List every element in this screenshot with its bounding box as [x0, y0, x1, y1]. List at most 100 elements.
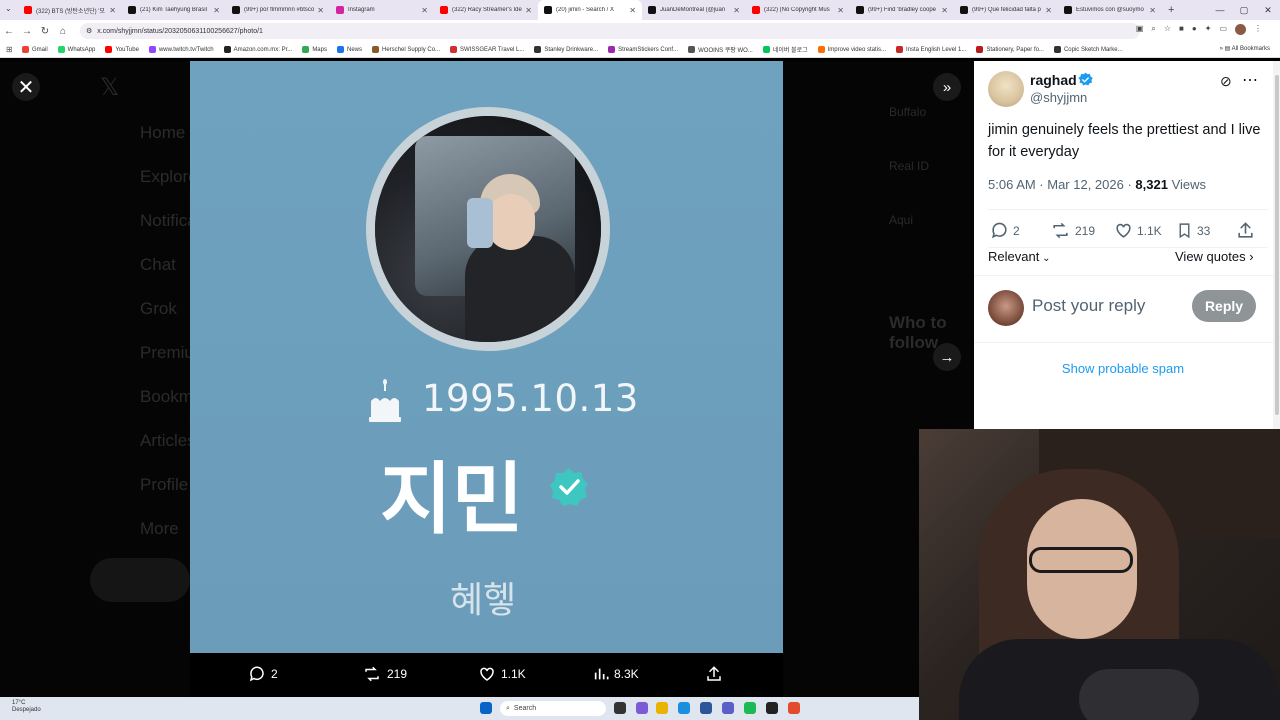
tab-close-icon[interactable]: ✕ [837, 6, 844, 15]
install-icon[interactable]: ▣ [1136, 24, 1144, 35]
profile-avatar[interactable] [1235, 24, 1246, 35]
file-explorer-icon[interactable] [656, 702, 668, 714]
browser-tab[interactable]: (99+) Que felicidad falta p ✕ [954, 0, 1058, 20]
media-reply-button[interactable]: 2 [248, 665, 278, 683]
close-window-icon[interactable]: ✕ [1256, 0, 1280, 20]
browser-tab[interactable]: (20) jimin - Search / X ✕ [538, 0, 642, 20]
grok-icon[interactable]: ⊘ [1220, 73, 1232, 90]
windows-start-icon[interactable] [480, 702, 492, 714]
tab-close-icon[interactable]: ✕ [317, 6, 324, 15]
more-options-icon[interactable]: ⋯ [1242, 70, 1258, 90]
bookmark-item[interactable]: 네이버 블로그 [762, 45, 808, 54]
teams-icon[interactable] [722, 702, 734, 714]
show-probable-spam-link[interactable]: Show probable spam [974, 361, 1272, 376]
bookmark-item[interactable]: Herschel Supply Co... [372, 45, 440, 54]
media-like-button[interactable]: 1.1K [478, 665, 526, 683]
reply-button[interactable]: 2 [990, 221, 1020, 240]
outlook-icon[interactable] [700, 702, 712, 714]
taskbar-search[interactable]: ⌕ Search [500, 701, 606, 716]
close-icon: ✕ [17, 76, 35, 99]
bookmark-item[interactable]: Stanley Drinkware... [534, 45, 598, 54]
bookmark-item[interactable]: StreamStickers Conf... [608, 45, 678, 54]
bookmark-item[interactable]: WhatsApp [57, 45, 95, 54]
bookmark-item[interactable]: Copic Sketch Marke... [1053, 45, 1123, 54]
minimize-icon[interactable]: — [1208, 0, 1232, 20]
weather-widget[interactable]: 17°C Despejado [12, 700, 41, 714]
media-repost-button[interactable]: 219 [362, 665, 407, 683]
tweet-time[interactable]: 5:06 AM · Mar 12, 2026 · [988, 177, 1135, 192]
bookmark-item[interactable]: SWISSGEAR Travel L... [450, 45, 524, 54]
extensions-icon[interactable]: ✦ [1205, 24, 1212, 35]
like-button[interactable]: 1.1K [1114, 221, 1162, 240]
browser-tab[interactable]: JuanDeMontreal (@juan ✕ [642, 0, 746, 20]
extension-icon-2[interactable]: ● [1192, 24, 1197, 35]
bookmark-item[interactable]: www.twitch.tv/Twitch [148, 45, 214, 54]
menu-icon[interactable]: ⋮ [1254, 24, 1262, 35]
extension-icon[interactable]: ■ [1179, 24, 1184, 35]
tab-close-icon[interactable]: ✕ [733, 6, 740, 15]
bookmark-star-icon[interactable]: ☆ [1164, 24, 1171, 35]
bookmark-item[interactable]: Amazon.com.mx: Pr... [223, 45, 292, 54]
expand-panel-button[interactable]: » [933, 73, 961, 101]
bookmark-item[interactable]: News [336, 45, 362, 54]
bookmark-button[interactable]: 33 [1176, 221, 1210, 240]
browser-tab[interactable]: Estuvimos con @suoymo ✕ [1058, 0, 1162, 20]
chrome-icon[interactable] [788, 702, 800, 714]
tab-close-icon[interactable]: ✕ [109, 6, 116, 15]
app-icon[interactable] [766, 702, 778, 714]
reply-input[interactable]: Post your reply [1032, 296, 1145, 316]
tab-close-icon[interactable]: ✕ [213, 6, 220, 15]
media-share-button[interactable] [705, 665, 728, 683]
new-tab-button[interactable]: + [1168, 4, 1174, 16]
browser-tab[interactable]: (322) BTS (방탄소년단) '모 ✕ [18, 0, 122, 20]
browser-tab[interactable]: (99+) Find 'bradley coope ✕ [850, 0, 954, 20]
next-photo-button[interactable]: → [933, 343, 961, 371]
zoom-icon[interactable]: ⌕ [1151, 24, 1155, 35]
edge-icon[interactable] [678, 702, 690, 714]
browser-tab[interactable]: (99+) por flmmmnn #btsco ✕ [226, 0, 330, 20]
repost-button[interactable]: 219 [1050, 221, 1095, 240]
tab-close-icon[interactable]: ✕ [629, 6, 636, 15]
apps-icon[interactable]: ⊞ [6, 45, 13, 54]
reload-icon[interactable]: ↻ [36, 26, 54, 37]
media-views-button[interactable]: 8.3K [593, 665, 639, 683]
reply-submit-button[interactable]: Reply [1192, 290, 1256, 322]
browser-tab[interactable]: Instagram ✕ [330, 0, 434, 20]
all-bookmarks[interactable]: » ▤ All Bookmarks [1220, 45, 1270, 52]
view-quotes-link[interactable]: View quotes › [1175, 249, 1254, 264]
maximize-icon[interactable]: ▢ [1232, 0, 1256, 20]
share-button[interactable] [1236, 221, 1259, 240]
tab-search-icon[interactable]: ⌄ [5, 4, 12, 13]
forward-icon[interactable]: → [18, 26, 36, 37]
url-bar[interactable]: ⚙ x.com/shyjjmn/status/20320506311002566… [80, 23, 1140, 39]
tab-close-icon[interactable]: ✕ [1149, 6, 1156, 15]
close-media-button[interactable]: ✕ [12, 73, 40, 101]
author-handle[interactable]: @shyjjmn [1030, 90, 1087, 105]
author-name[interactable]: raghad [1030, 72, 1077, 88]
bookmark-item[interactable]: Insta English Level 1... [895, 45, 966, 54]
panel-scrollbar-thumb[interactable] [1275, 75, 1279, 415]
site-info-icon[interactable]: ⚙ [86, 27, 92, 35]
sort-relevant-dropdown[interactable]: Relevant ⌄ [988, 249, 1050, 264]
bookmark-item[interactable]: WOOINS 쿠팡 WO... [688, 45, 753, 54]
task-view-icon[interactable] [614, 702, 626, 714]
tab-close-icon[interactable]: ✕ [1045, 6, 1052, 15]
copilot-icon[interactable] [636, 702, 648, 714]
author-avatar[interactable] [988, 71, 1024, 107]
spotify-icon[interactable] [744, 702, 756, 714]
browser-tab[interactable]: (21) Kim Taehyung Brasil ✕ [122, 0, 226, 20]
browser-tab[interactable]: (322) Racy Streamer's Ide ✕ [434, 0, 538, 20]
webcam-overlay [919, 429, 1280, 720]
tab-close-icon[interactable]: ✕ [421, 6, 428, 15]
bookmark-item[interactable]: Stationery, Paper fo... [976, 45, 1044, 54]
home-icon[interactable]: ⌂ [54, 26, 72, 37]
back-icon[interactable]: ← [0, 26, 18, 37]
browser-tab[interactable]: (322) (No Copyright Mus ✕ [746, 0, 850, 20]
bookmark-item[interactable]: YouTube [105, 45, 139, 54]
sidepanel-icon[interactable]: ▭ [1219, 24, 1227, 35]
tab-close-icon[interactable]: ✕ [941, 6, 948, 15]
bookmark-item[interactable]: Improve video statis... [817, 45, 886, 54]
bookmark-item[interactable]: Maps [302, 45, 327, 54]
tab-close-icon[interactable]: ✕ [525, 6, 532, 15]
bookmark-item[interactable]: Gmail [22, 45, 48, 54]
